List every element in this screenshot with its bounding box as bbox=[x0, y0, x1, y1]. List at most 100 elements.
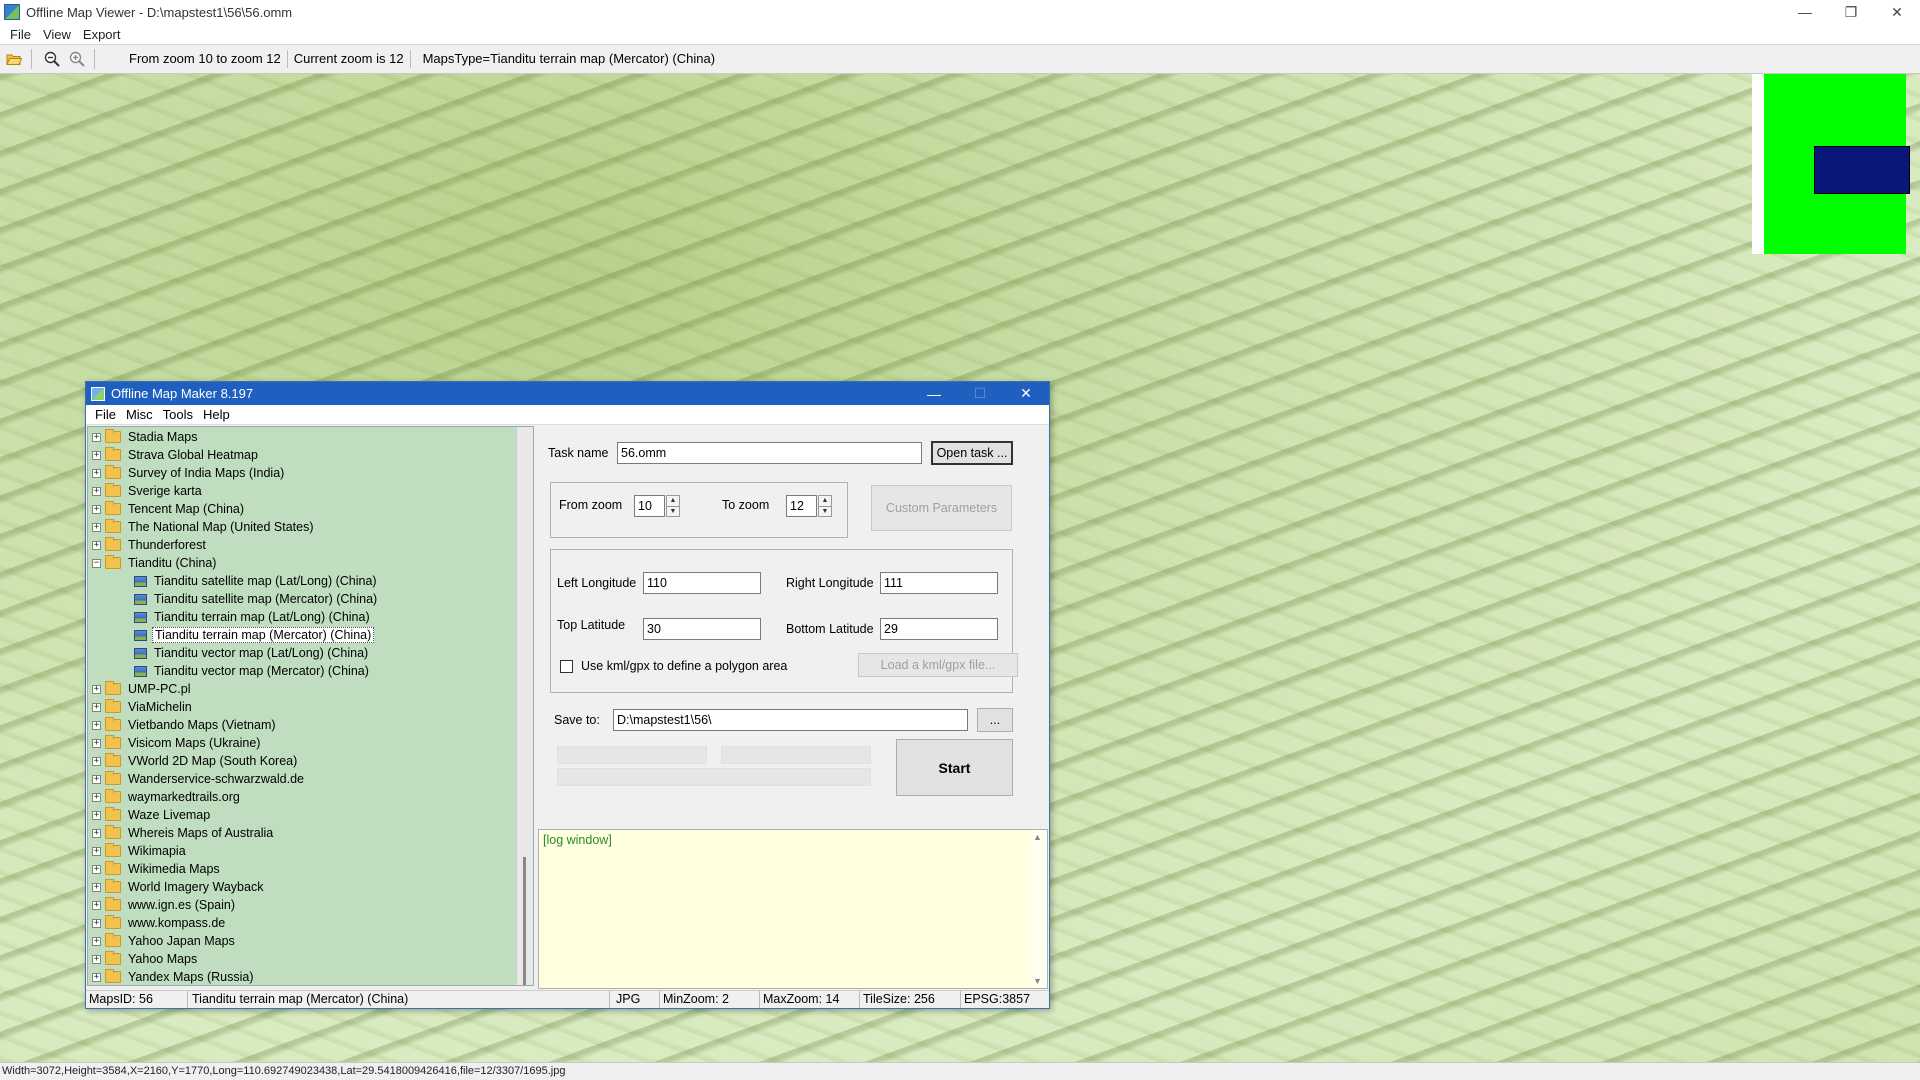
custom-parameters-button[interactable]: Custom Parameters bbox=[871, 485, 1012, 531]
tree-folder-item[interactable]: + UMP-PC.pl bbox=[88, 680, 533, 698]
close-icon[interactable]: ✕ bbox=[1874, 0, 1920, 24]
expand-icon[interactable]: + bbox=[92, 936, 101, 946]
tree-folder-item[interactable]: + www.ign.es (Spain) bbox=[88, 896, 533, 914]
expand-icon[interactable]: + bbox=[92, 450, 101, 460]
expand-icon[interactable]: + bbox=[92, 468, 101, 478]
spin-up-icon[interactable]: ▲ bbox=[667, 496, 679, 507]
log-window[interactable]: [log window] ▲ ▼ bbox=[538, 829, 1048, 989]
expand-icon[interactable]: + bbox=[92, 900, 101, 910]
tree-folder-item[interactable]: + Tencent Map (China) bbox=[88, 500, 533, 518]
tree-folder-item[interactable]: + VWorld 2D Map (South Korea) bbox=[88, 752, 533, 770]
zoom-in-icon[interactable] bbox=[66, 48, 88, 70]
tree-scroll-thumb[interactable] bbox=[523, 857, 526, 985]
bottom-latitude-input[interactable]: 29 bbox=[880, 618, 998, 640]
tree-folder-item[interactable]: + waymarkedtrails.org bbox=[88, 788, 533, 806]
minimize-icon[interactable]: — bbox=[1782, 0, 1828, 24]
save-to-input[interactable]: D:\mapstest1\56\ bbox=[613, 709, 968, 731]
from-zoom-input[interactable]: 10 bbox=[634, 495, 665, 517]
restore-icon[interactable]: ❐ bbox=[1828, 0, 1874, 24]
to-zoom-input[interactable]: 12 bbox=[786, 495, 817, 517]
tree-folder-item[interactable]: + Whereis Maps of Australia bbox=[88, 824, 533, 842]
tree-folder-item[interactable]: + Stadia Maps bbox=[88, 428, 533, 446]
map-source-tree[interactable]: + Stadia Maps + Strava Global Heatmap + Surve… bbox=[87, 426, 534, 986]
expand-icon[interactable]: + bbox=[92, 828, 101, 838]
scroll-down-icon[interactable]: ▼ bbox=[1033, 976, 1042, 986]
menu-export[interactable]: Export bbox=[77, 27, 127, 42]
expand-icon[interactable]: + bbox=[92, 846, 101, 856]
dialog-menu-misc[interactable]: Misc bbox=[121, 407, 158, 422]
to-zoom-spinner[interactable]: ▲ ▼ bbox=[818, 495, 832, 517]
dialog-menu-file[interactable]: File bbox=[90, 407, 121, 422]
tree-folder-item[interactable]: + Yahoo Maps bbox=[88, 950, 533, 968]
tree-folder-item[interactable]: − Tianditu (China) bbox=[88, 554, 533, 572]
spin-down-icon[interactable]: ▼ bbox=[667, 507, 679, 517]
tree-folder-item[interactable]: + Wanderservice-schwarzwald.de bbox=[88, 770, 533, 788]
expand-icon[interactable]: + bbox=[92, 504, 101, 514]
expand-icon[interactable]: + bbox=[92, 810, 101, 820]
open-folder-icon[interactable] bbox=[3, 48, 25, 70]
browse-folder-button[interactable]: ... bbox=[977, 708, 1013, 732]
expand-icon[interactable]: + bbox=[92, 702, 101, 712]
expand-icon[interactable]: + bbox=[92, 972, 101, 982]
expand-icon[interactable]: + bbox=[92, 432, 101, 442]
expand-icon[interactable]: + bbox=[92, 864, 101, 874]
tree-folder-item[interactable]: + Strava Global Heatmap bbox=[88, 446, 533, 464]
tree-folder-item[interactable]: + Sverige karta bbox=[88, 482, 533, 500]
tree-map-item[interactable]: Tianditu satellite map (Mercator) (China… bbox=[88, 590, 533, 608]
tree-folder-item[interactable]: + www.kompass.de bbox=[88, 914, 533, 932]
left-longitude-input[interactable]: 110 bbox=[643, 572, 761, 594]
tree-folder-item[interactable]: + Visicom Maps (Ukraine) bbox=[88, 734, 533, 752]
from-zoom-spinner[interactable]: ▲ ▼ bbox=[666, 495, 680, 517]
tree-map-item[interactable]: Tianditu satellite map (Lat/Long) (China… bbox=[88, 572, 533, 590]
expand-icon[interactable]: + bbox=[92, 918, 101, 928]
overview-viewport-rect[interactable] bbox=[1814, 146, 1910, 194]
tree-folder-item[interactable]: + Waze Livemap bbox=[88, 806, 533, 824]
tree-map-item[interactable]: Tianditu terrain map (Lat/Long) (China) bbox=[88, 608, 533, 626]
tree-folder-item[interactable]: + Wikimapia bbox=[88, 842, 533, 860]
overview-map[interactable] bbox=[1752, 74, 1910, 254]
tree-scrollbar[interactable] bbox=[516, 427, 533, 985]
expand-icon[interactable]: + bbox=[92, 738, 101, 748]
dialog-menu-tools[interactable]: Tools bbox=[158, 407, 198, 422]
log-scrollbar[interactable]: ▲ ▼ bbox=[1030, 830, 1047, 988]
dialog-minimize-icon[interactable]: — bbox=[911, 382, 957, 405]
right-longitude-input[interactable]: 111 bbox=[880, 572, 998, 594]
tree-folder-item[interactable]: + Yahoo Japan Maps bbox=[88, 932, 533, 950]
task-name-input[interactable]: 56.omm bbox=[617, 442, 922, 464]
start-button[interactable]: Start bbox=[896, 739, 1013, 796]
tree-folder-item[interactable]: + ViaMichelin bbox=[88, 698, 533, 716]
tree-folder-item[interactable]: + Yandex Maps (Russia) bbox=[88, 968, 533, 985]
kml-polygon-checkbox[interactable] bbox=[560, 660, 573, 673]
tree-folder-item[interactable]: + Wikimedia Maps bbox=[88, 860, 533, 878]
expand-icon[interactable]: + bbox=[92, 954, 101, 964]
tree-map-item[interactable]: Tianditu vector map (Lat/Long) (China) bbox=[88, 644, 533, 662]
tree-map-item[interactable]: Tianditu terrain map (Mercator) (China) bbox=[88, 626, 533, 644]
expand-icon[interactable]: + bbox=[92, 792, 101, 802]
expand-icon[interactable]: + bbox=[92, 684, 101, 694]
dialog-close-icon[interactable]: ✕ bbox=[1003, 382, 1049, 405]
expand-icon[interactable]: + bbox=[92, 540, 101, 550]
menu-view[interactable]: View bbox=[37, 27, 77, 42]
tree-folder-item[interactable]: + The National Map (United States) bbox=[88, 518, 533, 536]
tree-map-item[interactable]: Tianditu vector map (Mercator) (China) bbox=[88, 662, 533, 680]
tree-folder-item[interactable]: + World Imagery Wayback bbox=[88, 878, 533, 896]
tree-folder-item[interactable]: + Survey of India Maps (India) bbox=[88, 464, 533, 482]
load-kml-button[interactable]: Load a kml/gpx file... bbox=[858, 653, 1018, 677]
spin-up-icon[interactable]: ▲ bbox=[819, 496, 831, 507]
zoom-out-icon[interactable] bbox=[41, 48, 63, 70]
top-latitude-input[interactable]: 30 bbox=[643, 618, 761, 640]
scroll-up-icon[interactable]: ▲ bbox=[1033, 832, 1042, 842]
expand-icon[interactable]: + bbox=[92, 756, 101, 766]
expand-icon[interactable]: + bbox=[92, 774, 101, 784]
tree-folder-item[interactable]: + Thunderforest bbox=[88, 536, 533, 554]
menu-file[interactable]: File bbox=[4, 27, 37, 42]
expand-icon[interactable]: + bbox=[92, 882, 101, 892]
tree-folder-item[interactable]: + Vietbando Maps (Vietnam) bbox=[88, 716, 533, 734]
open-task-button[interactable]: Open task ... bbox=[931, 441, 1013, 465]
spin-down-icon[interactable]: ▼ bbox=[819, 507, 831, 517]
expand-icon[interactable]: + bbox=[92, 522, 101, 532]
expand-icon[interactable]: + bbox=[92, 720, 101, 730]
dialog-menu-help[interactable]: Help bbox=[198, 407, 235, 422]
expand-icon[interactable]: + bbox=[92, 486, 101, 496]
collapse-icon[interactable]: − bbox=[92, 558, 101, 568]
